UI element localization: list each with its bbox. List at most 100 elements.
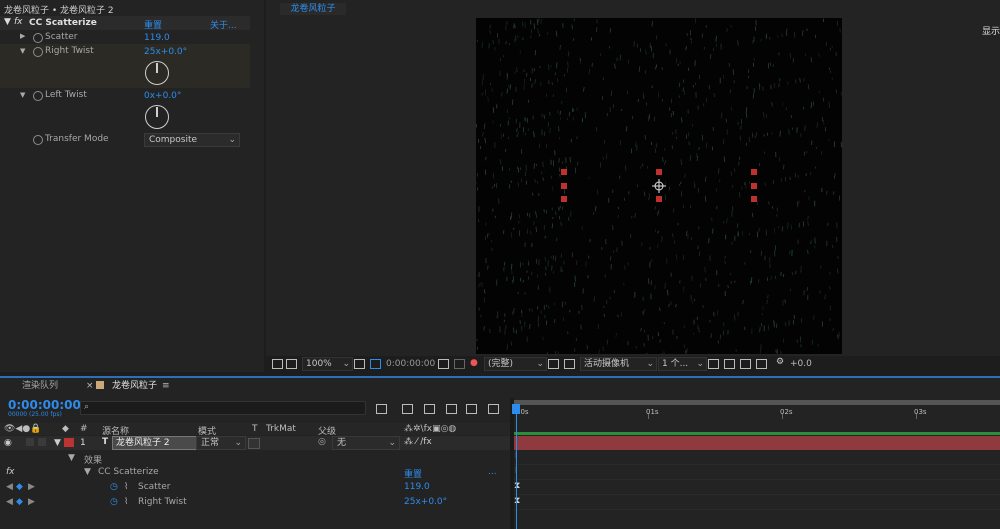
label-icon: ◆: [62, 424, 69, 434]
current-time-display[interactable]: 0:00:00:00: [386, 358, 435, 370]
playhead-handle[interactable]: [512, 404, 520, 414]
solo-toggle[interactable]: [38, 438, 46, 446]
camera-icon[interactable]: [438, 359, 449, 369]
resolution-dropdown[interactable]: (完整) ⌄: [484, 357, 547, 371]
blend-mode-dropdown[interactable]: 正常 ⌄: [196, 436, 246, 450]
color-channels-icon[interactable]: ●: [470, 358, 478, 368]
shy-layers-icon[interactable]: [424, 404, 435, 414]
stopwatch-icon[interactable]: [33, 33, 43, 43]
fx-icon[interactable]: fx: [14, 17, 23, 27]
timeline-scatter-row[interactable]: ◀ ◆ ▶ ◷ ⌇ Scatter 119.0: [0, 480, 510, 494]
views-dropdown[interactable]: 1 个... ⌄: [658, 357, 707, 371]
collapse-arrow-icon[interactable]: ▶: [20, 32, 25, 40]
stopwatch-icon[interactable]: [33, 47, 43, 57]
handle: [751, 196, 757, 202]
stopwatch-icon[interactable]: ◷: [110, 497, 118, 507]
blend-mode-value: 正常: [201, 438, 220, 448]
trkmat-header[interactable]: TrkMat: [266, 424, 296, 434]
draft-3d-icon[interactable]: [402, 404, 413, 414]
keyframe-icon[interactable]: ⧗: [514, 481, 520, 491]
effect-header-row[interactable]: ▼ fx CC Scatterize 重置 关于...: [0, 16, 250, 31]
layer-switches[interactable]: ⁂ ⁄ ∕fx: [404, 437, 432, 447]
layer-name[interactable]: 龙卷风粒子 2: [112, 436, 197, 450]
region-of-interest-icon[interactable]: [548, 359, 559, 369]
preserve-transparency-toggle[interactable]: [248, 438, 260, 449]
prev-keyframe-icon[interactable]: ◀: [6, 482, 13, 492]
pick-whip-icon[interactable]: ◎: [318, 437, 326, 447]
graph-editor-icon[interactable]: [488, 404, 499, 414]
audio-toggle[interactable]: [26, 438, 34, 446]
zoom-value: 100%: [306, 359, 332, 369]
stopwatch-icon[interactable]: ◷: [110, 482, 118, 492]
expand-arrow-icon[interactable]: ▼: [20, 91, 25, 99]
stopwatch-icon[interactable]: [33, 91, 43, 101]
tab-composition[interactable]: 龙卷风粒子: [112, 380, 157, 392]
expand-arrow-icon[interactable]: ▼: [68, 453, 75, 463]
handle: [656, 196, 662, 202]
right-twist-value[interactable]: 25x+0.0°: [144, 47, 187, 57]
comp-mini-flowchart-icon[interactable]: [376, 404, 387, 414]
transfer-mode-dropdown[interactable]: Composite ⌄: [144, 133, 240, 147]
left-twist-value[interactable]: 0x+0.0°: [144, 91, 181, 101]
mask-visibility-icon[interactable]: [370, 359, 381, 369]
t-header[interactable]: T: [252, 424, 258, 434]
next-keyframe-icon[interactable]: ▶: [28, 497, 35, 507]
camera-dropdown[interactable]: 活动摄像机 ⌄: [580, 357, 657, 371]
number-column: #: [80, 424, 88, 434]
toggle-view-icon[interactable]: [708, 359, 719, 369]
scatter-value[interactable]: 119.0: [144, 33, 170, 43]
expand-arrow-icon[interactable]: ▼: [20, 47, 25, 55]
effect-row[interactable]: fx ▼ CC Scatterize 重置 ...: [0, 465, 510, 480]
expand-arrow-icon[interactable]: ▼: [54, 438, 61, 448]
always-preview-icon[interactable]: [272, 359, 283, 369]
parent-dropdown[interactable]: 无 ⌄: [332, 436, 400, 450]
timeline-more-link[interactable]: ...: [488, 467, 497, 477]
add-keyframe-icon[interactable]: ◆: [16, 497, 23, 507]
resolution-value: (完整): [488, 359, 514, 369]
timeline-right-twist-row[interactable]: ◀ ◆ ▶ ◷ ⌇ Right Twist 25x+0.0°: [0, 495, 510, 509]
fx-icon[interactable]: fx: [6, 467, 15, 477]
frame-blending-icon[interactable]: [446, 404, 457, 414]
visibility-icon[interactable]: ◉: [4, 438, 12, 448]
search-input[interactable]: ⌕: [80, 401, 366, 415]
monitor-icon[interactable]: [286, 359, 297, 369]
time-ruler[interactable]: 00s 01s 02s 03s: [514, 400, 1000, 422]
current-time[interactable]: 0:00:00:00: [8, 398, 81, 412]
keyframe-icon[interactable]: ⧗: [514, 496, 520, 506]
close-icon[interactable]: ×: [86, 380, 94, 392]
timeline-reset-link[interactable]: 重置: [404, 467, 422, 480]
composition-tab[interactable]: 龙卷风粒子: [280, 3, 346, 15]
effects-group-row[interactable]: ▼ 效果: [0, 451, 510, 466]
transparency-grid-icon[interactable]: [564, 359, 575, 369]
flowchart-icon[interactable]: [756, 359, 767, 369]
stopwatch-icon[interactable]: [33, 135, 43, 145]
tab-render-queue[interactable]: 渲染队列: [22, 380, 58, 392]
composition-viewer[interactable]: [476, 18, 842, 354]
grid-icon[interactable]: [354, 359, 365, 369]
right-twist-row: ▼ Right Twist 25x+0.0°: [0, 44, 250, 88]
work-area-bar[interactable]: [514, 400, 1000, 405]
timeline-scatter-value[interactable]: 119.0: [404, 482, 430, 492]
fast-previews-icon[interactable]: [724, 359, 735, 369]
exposure-icon[interactable]: ⚙: [776, 357, 784, 367]
motion-blur-icon[interactable]: [466, 404, 477, 414]
handle: [561, 169, 567, 175]
layer-duration-bar[interactable]: [514, 436, 1000, 450]
add-keyframe-icon[interactable]: ◆: [16, 482, 23, 492]
show-snapshot-icon[interactable]: [454, 359, 465, 369]
right-twist-knob[interactable]: [145, 61, 169, 85]
expand-arrow-icon[interactable]: ▼: [4, 17, 11, 27]
exposure-value[interactable]: +0.0: [790, 358, 812, 370]
zoom-dropdown[interactable]: 100% ⌄: [302, 357, 353, 371]
expand-arrow-icon[interactable]: ▼: [84, 467, 91, 477]
prev-keyframe-icon[interactable]: ◀: [6, 497, 13, 507]
timeline-right-twist-value[interactable]: 25x+0.0°: [404, 497, 447, 507]
graph-icon[interactable]: ⌇: [124, 482, 128, 492]
graph-icon[interactable]: ⌇: [124, 497, 128, 507]
left-twist-knob[interactable]: [145, 105, 169, 129]
label-color-swatch[interactable]: [64, 438, 74, 447]
timeline-icon[interactable]: [740, 359, 751, 369]
next-keyframe-icon[interactable]: ▶: [28, 482, 35, 492]
layer-row[interactable]: ◉ ▼ 1 T 龙卷风粒子 2 正常 ⌄ ◎ 无 ⌄ ⁂ ⁄ ∕fx: [0, 436, 510, 450]
menu-icon[interactable]: ≡: [162, 380, 170, 392]
